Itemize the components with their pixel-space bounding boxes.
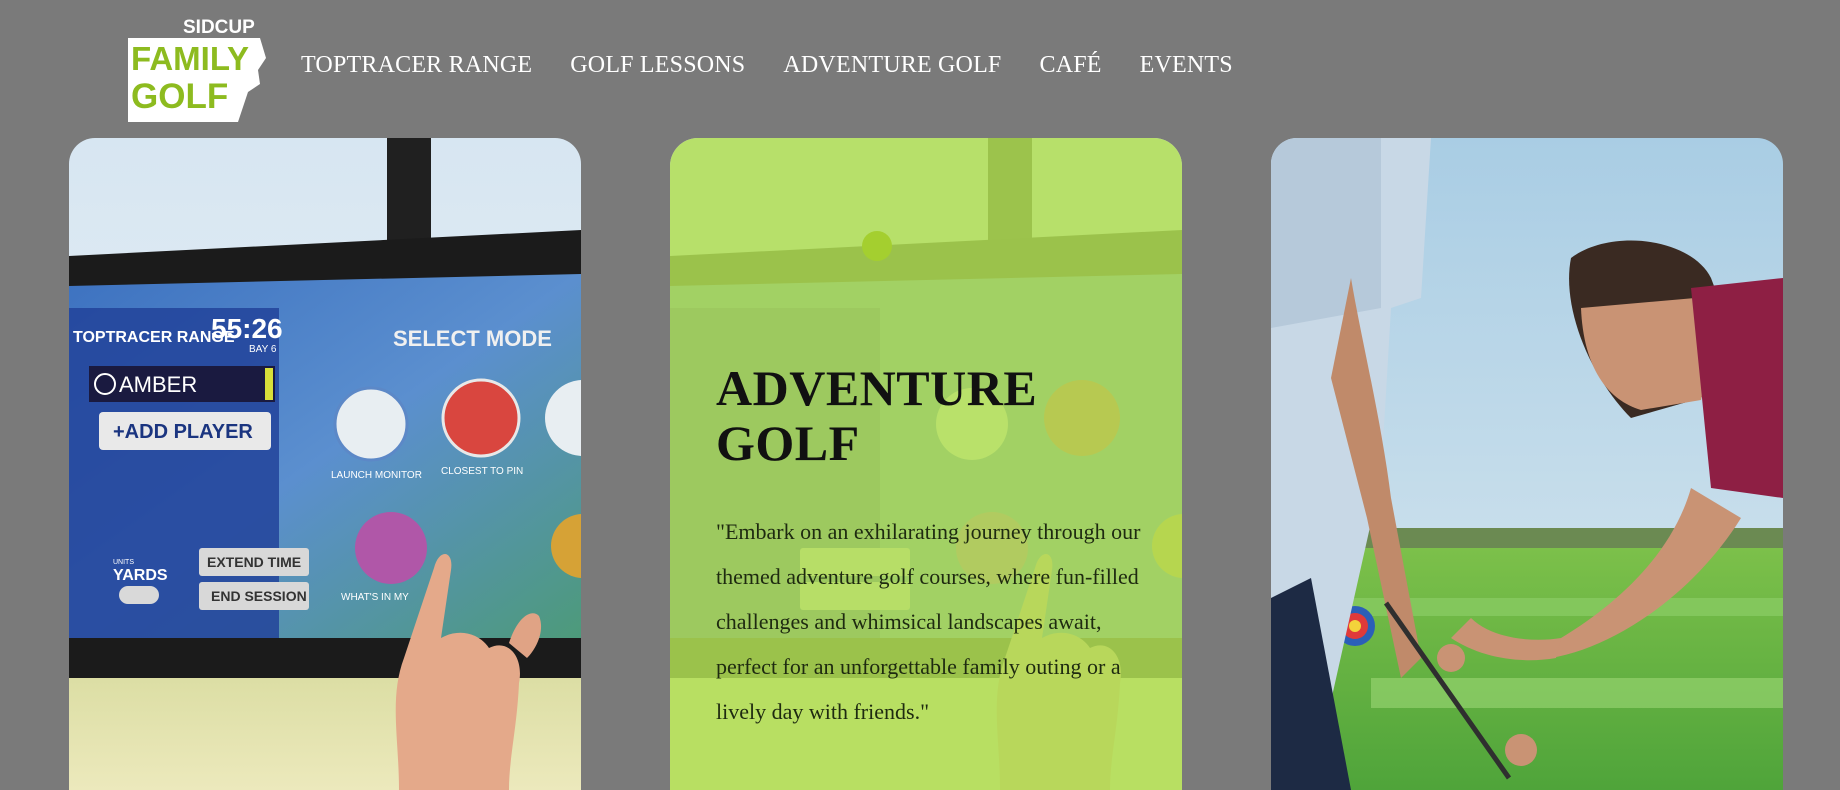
nav-toptracer-range[interactable]: TOPTRACER RANGE	[301, 52, 532, 79]
main-nav: TOPTRACER RANGE GOLF LESSONS ADVENTURE G…	[301, 52, 1233, 79]
logo-golf-text: GOLF	[131, 77, 228, 116]
screen-end-session-text: END SESSION	[211, 588, 307, 604]
golf-lessons-card[interactable]	[1271, 138, 1783, 790]
screen-units-label: UNITS	[113, 559, 134, 566]
logo-family-text: FAMILY	[131, 40, 249, 77]
screen-units-value: YARDS	[113, 567, 168, 584]
golf-lesson-photo	[1271, 138, 1783, 790]
overlay-dot-decoration	[862, 231, 892, 261]
logo-sidcup-text: SIDCUP	[183, 18, 255, 38]
nav-golf-lessons[interactable]: GOLF LESSONS	[570, 52, 745, 79]
nav-adventure-golf[interactable]: ADVENTURE GOLF	[783, 52, 1001, 79]
nav-events[interactable]: EVENTS	[1140, 52, 1233, 79]
screen-add-player-text: +ADD PLAYER	[113, 421, 253, 443]
screen-player-name: AMBER	[119, 372, 197, 397]
screen-timer-text: 55:26	[211, 313, 283, 344]
nav-cafe[interactable]: CAFÉ	[1039, 52, 1101, 79]
screen-mode-whats-in-my: WHAT'S IN MY	[341, 592, 409, 603]
site-header: SIDCUP FAMILY GOLF TOPTRACER RANGE GOLF …	[0, 0, 1840, 138]
screen-extend-time-text: EXTEND TIME	[207, 554, 301, 570]
toptracer-screen-photo: TOPTRACER RANGE 55:26 BAY 6 SELECT MODE …	[69, 138, 581, 790]
screen-mode-closest-to-pin: CLOSEST TO PIN	[441, 466, 523, 477]
adventure-golf-description: "Embark on an exhilarating journey throu…	[716, 519, 1141, 724]
screen-mode-launch-monitor: LAUNCH MONITOR	[331, 470, 422, 481]
adventure-golf-title: ADVENTURE GOLF	[716, 360, 1038, 471]
adventure-golf-card[interactable]: ADVENTURE GOLF "Embark on an exhilaratin…	[670, 138, 1182, 790]
sidcup-family-golf-logo[interactable]: SIDCUP FAMILY GOLF	[128, 18, 266, 122]
toptracer-range-card[interactable]: TOPTRACER RANGE 55:26 BAY 6 SELECT MODE …	[69, 138, 581, 790]
screen-bay-text: BAY 6	[249, 344, 277, 355]
screen-select-mode-text: SELECT MODE	[393, 326, 552, 351]
